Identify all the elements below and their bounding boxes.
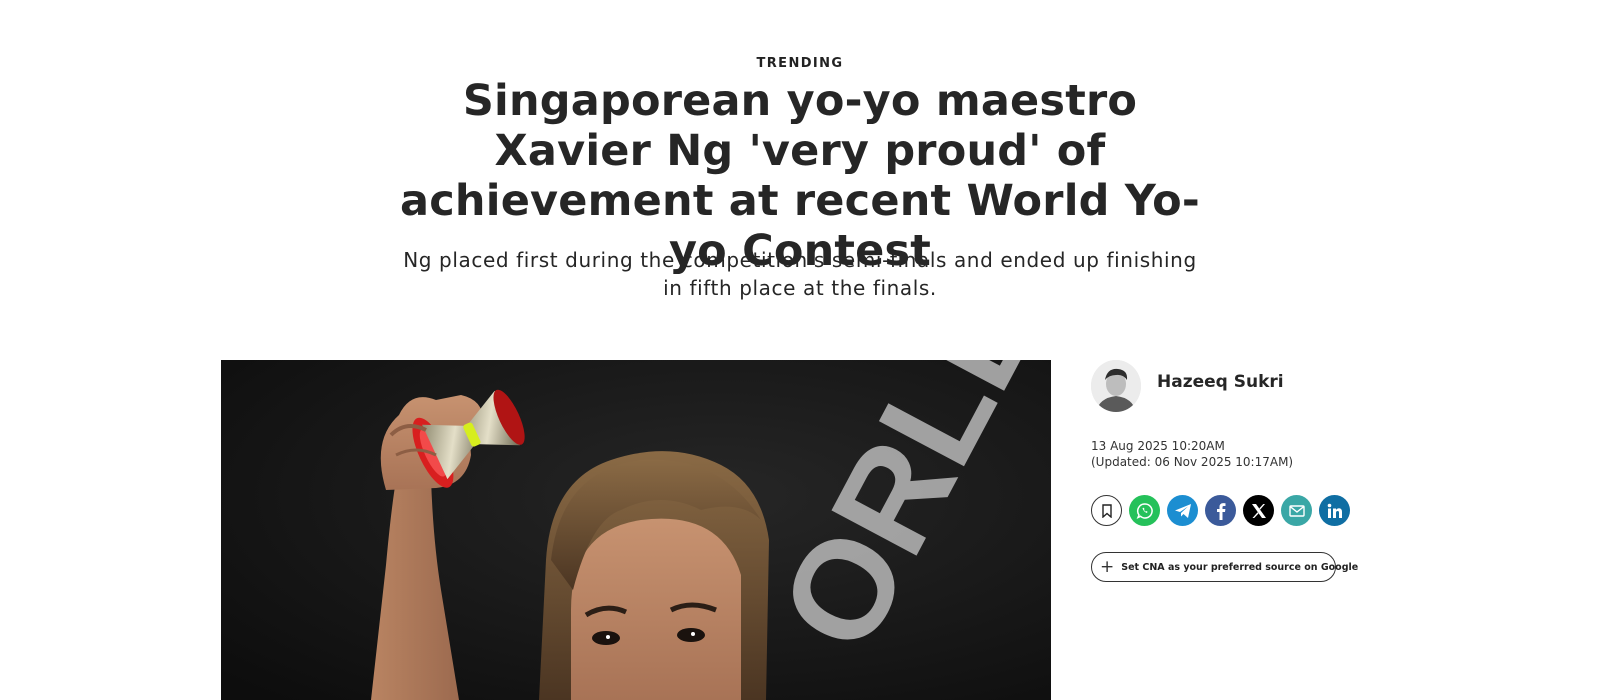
email-share-button[interactable] <box>1281 495 1312 526</box>
article-page: TRENDING Singaporean yo-yo maestro Xavie… <box>0 0 1600 700</box>
whatsapp-icon <box>1136 502 1153 519</box>
telegram-icon <box>1174 503 1191 518</box>
avatar-portrait <box>1091 360 1141 412</box>
bookmark-icon <box>1101 503 1112 518</box>
telegram-share-button[interactable] <box>1167 495 1198 526</box>
preferred-source-button[interactable]: + Set CNA as your preferred source on Go… <box>1091 552 1358 582</box>
bookmark-button[interactable] <box>1091 495 1122 526</box>
author-name[interactable]: Hazeeq Sukri <box>1157 372 1284 392</box>
email-icon <box>1288 504 1305 517</box>
linkedin-share-button[interactable] <box>1319 495 1350 526</box>
x-icon <box>1251 503 1266 518</box>
facebook-icon <box>1216 502 1225 520</box>
preferred-source-label: Set CNA as your preferred source on Goog… <box>1121 561 1359 573</box>
author-block[interactable]: Hazeeq Sukri <box>1091 360 1391 412</box>
plus-icon: + <box>1100 556 1115 577</box>
facebook-share-button[interactable] <box>1205 495 1236 526</box>
linkedin-icon <box>1327 503 1342 518</box>
whatsapp-share-button[interactable] <box>1129 495 1160 526</box>
category-kicker[interactable]: TRENDING <box>0 56 1600 71</box>
updated-timestamp: (Updated: 06 Nov 2025 10:17AM) <box>1091 455 1294 469</box>
publish-dates: 13 Aug 2025 10:20AM (Updated: 06 Nov 202… <box>1091 438 1391 470</box>
x-share-button[interactable] <box>1243 495 1274 526</box>
hero-image[interactable]: ORLD Y <box>221 360 1051 700</box>
hero-photo: ORLD Y <box>221 360 1051 700</box>
article-standfirst: Ng placed first during the competition's… <box>403 248 1197 300</box>
author-avatar[interactable] <box>1091 360 1141 412</box>
published-timestamp: 13 Aug 2025 10:20AM <box>1091 439 1225 453</box>
